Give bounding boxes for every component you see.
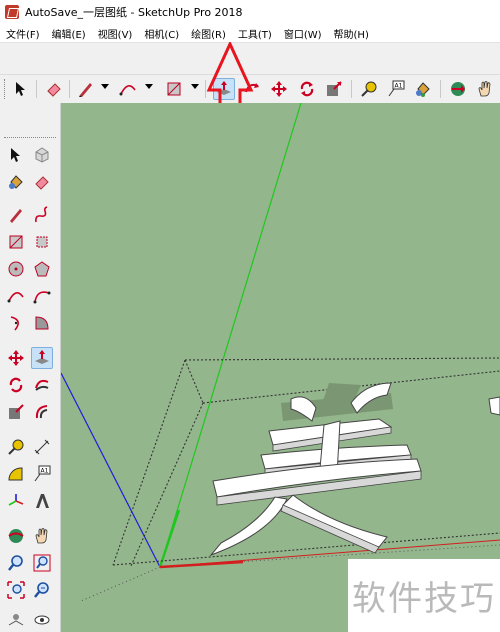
menu-view[interactable]: 视图(V)	[92, 26, 139, 41]
zoom-extents-icon[interactable]	[5, 579, 27, 601]
sidebar-grip[interactable]	[4, 137, 56, 140]
menu-camera[interactable]: 相机(C)	[138, 26, 185, 41]
title-bar: AutoSave_一层图纸 - SketchUp Pro 2018	[0, 0, 500, 24]
window-title: AutoSave_一层图纸 - SketchUp Pro 2018	[25, 6, 243, 19]
arc-icon[interactable]	[117, 78, 139, 100]
pencil-line-icon[interactable]	[5, 204, 27, 226]
text-label-icon[interactable]: A1	[385, 78, 407, 100]
menu-draw[interactable]: 绘图(R)	[185, 26, 232, 41]
toolbar-separator	[440, 80, 441, 98]
move-icon[interactable]	[5, 347, 27, 369]
3d-text-icon[interactable]	[31, 490, 53, 512]
tape-measure-icon[interactable]	[5, 436, 27, 458]
select-icon[interactable]	[5, 144, 27, 166]
eraser-icon[interactable]	[43, 78, 65, 100]
polygon-icon[interactable]	[31, 258, 53, 280]
rotated-rectangle-icon[interactable]	[31, 231, 53, 253]
paint-bucket-icon[interactable]	[412, 78, 434, 100]
menu-window[interactable]: 窗口(W)	[278, 26, 328, 41]
paint-bucket-icon[interactable]	[5, 171, 27, 193]
scene-canvas[interactable]	[61, 103, 500, 632]
zoom-window-icon[interactable]	[31, 552, 53, 574]
rotate-icon[interactable]	[31, 374, 53, 396]
dimension-icon[interactable]	[31, 436, 53, 458]
blue-axis	[61, 372, 161, 568]
zoom-icon[interactable]	[5, 552, 27, 574]
menu-help[interactable]: 帮助(H)	[328, 26, 375, 41]
move-icon[interactable]	[268, 78, 290, 100]
protractor-icon[interactable]	[5, 463, 27, 485]
toolbar-separator	[69, 80, 70, 98]
hand-pan-icon[interactable]	[31, 525, 53, 547]
toolbar-separator	[351, 80, 352, 98]
circle-icon[interactable]	[5, 258, 27, 280]
pie-icon[interactable]	[31, 312, 53, 334]
hand-pan-icon[interactable]	[474, 78, 496, 100]
scale-icon[interactable]	[323, 78, 345, 100]
axes-icon[interactable]	[5, 490, 27, 512]
tape-measure-icon[interactable]	[358, 78, 380, 100]
watermark: 软件技巧	[348, 559, 500, 632]
make-component-icon[interactable]	[31, 144, 53, 166]
position-camera-icon[interactable]	[5, 609, 27, 631]
toolbar-separator	[36, 80, 37, 98]
sketchup-logo-icon	[5, 5, 19, 19]
toolbar-grip[interactable]	[4, 79, 7, 99]
follow-me-icon[interactable]	[296, 78, 318, 100]
push-pull-icon[interactable]	[31, 347, 53, 369]
watermark-text: 软件技巧	[352, 579, 496, 619]
eraser-icon[interactable]	[31, 171, 53, 193]
menu-tools[interactable]: 工具(T)	[232, 26, 278, 41]
3d-text-model	[209, 382, 500, 557]
look-around-icon[interactable]	[31, 609, 53, 631]
shape-dropdown-caret[interactable]	[191, 84, 199, 89]
pencil-dropdown-caret[interactable]	[101, 84, 109, 89]
arc-dropdown-caret[interactable]	[145, 84, 153, 89]
scale-icon[interactable]	[5, 401, 27, 423]
menu-bar: 文件(F) 编辑(E) 视图(V) 相机(C) 绘图(R) 工具(T) 窗口(W…	[0, 24, 500, 43]
select-icon[interactable]	[10, 78, 32, 100]
previous-view-icon[interactable]	[31, 579, 53, 601]
rectangle-icon[interactable]	[163, 78, 185, 100]
svg-text:A1: A1	[395, 83, 403, 90]
section-plane-icon[interactable]	[447, 78, 469, 100]
arc-icon[interactable]	[5, 285, 27, 307]
orbit-icon[interactable]	[5, 525, 27, 547]
left-toolbar: A1	[0, 103, 61, 632]
three-point-arc-icon[interactable]	[5, 312, 27, 334]
follow-me-icon[interactable]	[5, 374, 27, 396]
offset-icon[interactable]	[31, 401, 53, 423]
two-point-arc-icon[interactable]	[31, 285, 53, 307]
menu-edit[interactable]: 编辑(E)	[46, 26, 92, 41]
drawing-viewport[interactable]	[61, 103, 500, 632]
freehand-icon[interactable]	[31, 204, 53, 226]
rectangle-icon[interactable]	[5, 231, 27, 253]
svg-text:A1: A1	[41, 468, 49, 475]
menu-file[interactable]: 文件(F)	[0, 26, 46, 41]
text-label-icon[interactable]: A1	[31, 463, 53, 485]
pencil-line-icon[interactable]	[75, 78, 97, 100]
